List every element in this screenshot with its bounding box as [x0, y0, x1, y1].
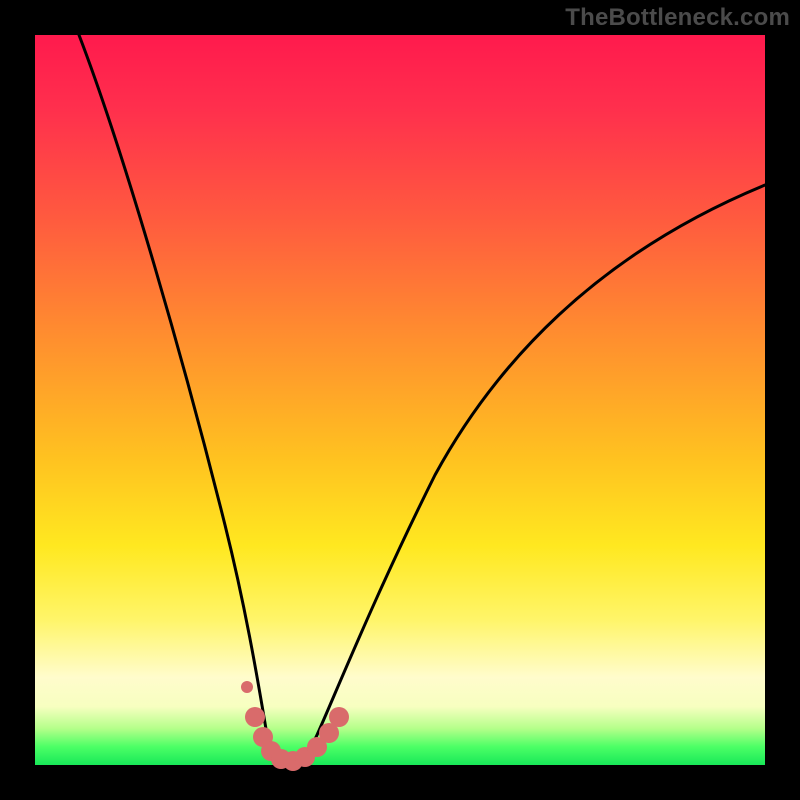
watermark-text: TheBottleneck.com: [565, 4, 790, 32]
chart-svg: [35, 35, 765, 765]
chart-frame: TheBottleneck.com: [0, 0, 800, 800]
highlight-markers: [245, 707, 349, 771]
bottleneck-curve: [79, 35, 765, 764]
highlight-isolated-dot: [241, 681, 253, 693]
